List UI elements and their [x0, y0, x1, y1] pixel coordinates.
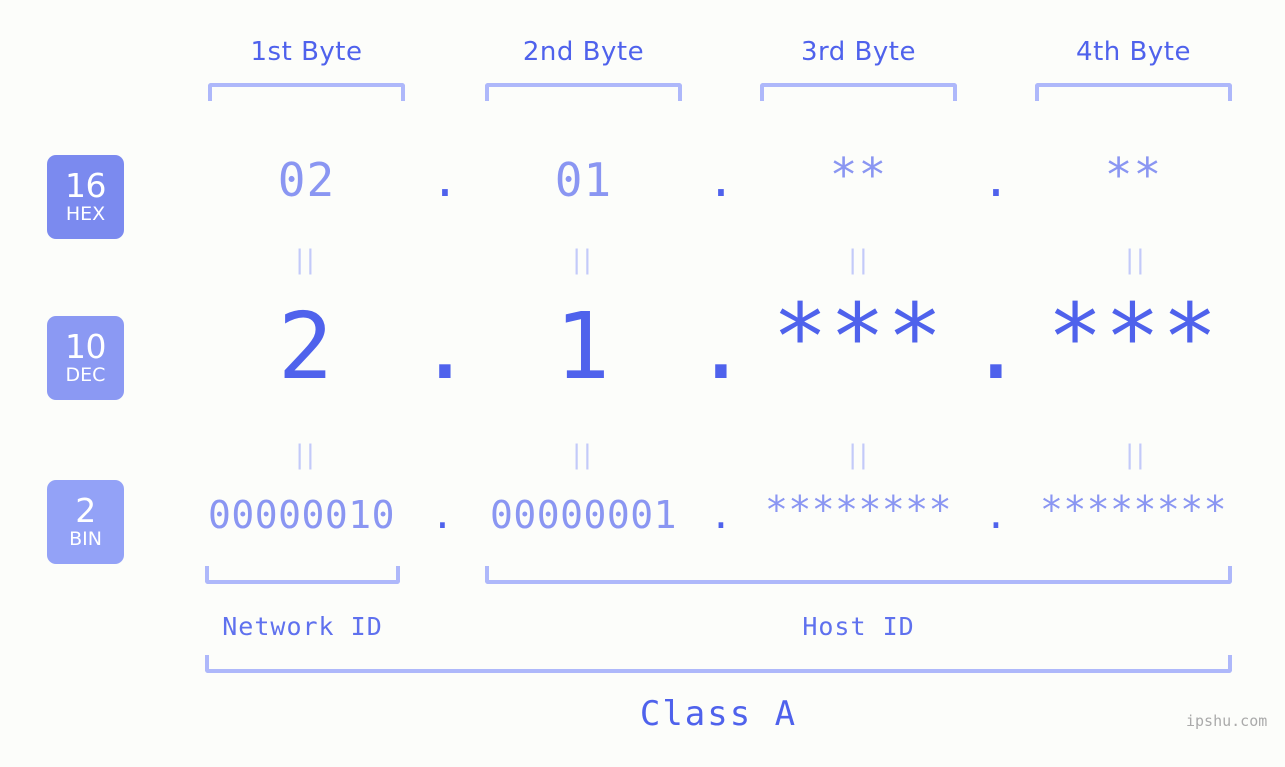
byte-bracket-2	[485, 83, 682, 101]
equals-connector-dec-bin-1: ||	[295, 440, 317, 470]
dec-byte-3: ***	[772, 284, 945, 391]
bin-byte-3: ********	[764, 488, 953, 532]
hex-separator-3: .	[982, 153, 1010, 207]
equals-connector-hex-dec-4: ||	[1125, 245, 1147, 275]
network-id-bracket	[205, 566, 400, 584]
byte-header-1: 1st Byte	[250, 37, 363, 67]
dec-separator-1: .	[417, 293, 473, 400]
byte-bracket-4	[1035, 83, 1232, 101]
ip-address-breakdown-diagram: 1st Byte 2nd Byte 3rd Byte 4th Byte 16 H…	[0, 0, 1285, 767]
byte-header-4: 4th Byte	[1076, 37, 1191, 67]
hex-byte-1: 02	[277, 153, 336, 207]
bin-separator-3: .	[984, 493, 1008, 537]
class-label: Class A	[639, 694, 798, 734]
bin-separator-2: .	[709, 493, 733, 537]
base-badge-hex[interactable]: 16 HEX	[47, 155, 124, 239]
class-bracket	[205, 655, 1232, 673]
hex-separator-2: .	[707, 153, 735, 207]
byte-header-2: 2nd Byte	[522, 37, 645, 67]
equals-connector-hex-dec-1: ||	[295, 245, 317, 275]
dec-separator-3: .	[968, 293, 1024, 400]
hex-byte-2: 01	[554, 153, 613, 207]
host-id-bracket	[485, 566, 1232, 584]
equals-connector-hex-dec-3: ||	[848, 245, 870, 275]
bin-separator-1: .	[431, 493, 454, 537]
hex-byte-3: **	[829, 148, 888, 202]
byte-bracket-1	[208, 83, 405, 101]
base-badge-hex-number: 16	[65, 166, 107, 205]
bin-byte-4: ********	[1039, 488, 1228, 532]
base-badge-bin-label: BIN	[69, 528, 102, 550]
host-id-label: Host ID	[802, 612, 915, 641]
base-badge-bin[interactable]: 2 BIN	[47, 480, 124, 564]
equals-connector-hex-dec-2: ||	[572, 245, 594, 275]
dec-byte-1: 2	[277, 293, 336, 400]
dec-byte-4: ***	[1047, 284, 1220, 391]
byte-bracket-3	[760, 83, 957, 101]
equals-connector-dec-bin-4: ||	[1125, 440, 1147, 470]
hex-byte-4: **	[1104, 148, 1163, 202]
network-id-label: Network ID	[222, 612, 383, 641]
bin-byte-1: 00000010	[207, 493, 396, 537]
base-badge-dec[interactable]: 10 DEC	[47, 316, 124, 400]
base-badge-dec-label: DEC	[65, 364, 106, 386]
base-badge-bin-number: 2	[75, 491, 96, 530]
byte-header-3: 3rd Byte	[801, 37, 916, 67]
equals-connector-dec-bin-3: ||	[848, 440, 870, 470]
site-watermark: ipshu.com	[1186, 712, 1268, 730]
dec-byte-2: 1	[554, 293, 613, 400]
bin-byte-2: 00000001	[489, 493, 678, 537]
base-badge-dec-number: 10	[65, 327, 107, 366]
hex-separator-1: .	[431, 153, 459, 207]
base-badge-hex-label: HEX	[65, 203, 106, 225]
dec-separator-2: .	[693, 293, 749, 400]
equals-connector-dec-bin-2: ||	[572, 440, 594, 470]
